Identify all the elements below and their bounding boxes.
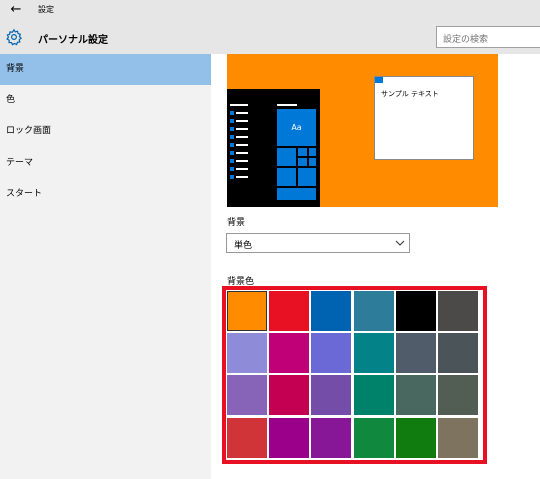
- preview-group-line: [277, 104, 297, 106]
- preview-list-line: [236, 120, 248, 122]
- page-title: パーソナル設定: [38, 35, 108, 46]
- preview-window: サンプル テキスト: [374, 76, 474, 160]
- preview-list-square: [230, 127, 234, 131]
- color-swatch[interactable]: [311, 417, 352, 458]
- preview-list-square: [230, 167, 234, 171]
- gear-icon: [6, 28, 23, 46]
- color-swatch[interactable]: [311, 333, 352, 374]
- preview-list-line: [236, 168, 248, 170]
- sidebar-item-color[interactable]: 色: [0, 85, 211, 116]
- sidebar: 背景 色 ロック画面 テーマ スタート: [0, 54, 211, 479]
- preview-list-line: [236, 144, 248, 146]
- preview-list-square: [230, 135, 234, 139]
- color-swatch[interactable]: [311, 291, 352, 331]
- color-swatch[interactable]: [438, 375, 478, 416]
- preview-list-line: [236, 176, 248, 178]
- preview-tile: [277, 148, 296, 166]
- color-swatch[interactable]: [227, 291, 267, 331]
- sidebar-item-theme[interactable]: テーマ: [0, 148, 211, 179]
- preview-tile: [298, 148, 307, 156]
- color-swatch[interactable]: [353, 291, 394, 331]
- sidebar-item-background[interactable]: 背景: [0, 54, 211, 85]
- preview-window-accent: [375, 77, 383, 83]
- color-swatch[interactable]: [438, 291, 478, 331]
- preview-tile: [298, 158, 307, 166]
- preview-tile: [277, 188, 316, 200]
- color-swatch[interactable]: [227, 417, 267, 458]
- color-swatch[interactable]: [269, 417, 310, 458]
- page-header: パーソナル設定: [0, 20, 540, 54]
- preview-list-square: [230, 159, 234, 163]
- preview-list-square: [230, 175, 234, 179]
- color-swatch[interactable]: [395, 291, 436, 331]
- back-button[interactable]: ←: [6, 2, 26, 18]
- preview-list-line: [236, 128, 248, 130]
- preview-list-square: [230, 143, 234, 147]
- color-swatch[interactable]: [269, 333, 310, 374]
- color-swatch[interactable]: [438, 417, 478, 458]
- color-swatch[interactable]: [395, 375, 436, 416]
- preview-sample-text: サンプル テキスト: [381, 90, 439, 98]
- preview-list-line: [236, 160, 248, 162]
- main-panel: Aa サンプル テキスト 背景 単色 背景色: [211, 54, 540, 479]
- background-type-select[interactable]: 単色: [226, 233, 410, 253]
- title-bar: ← 設定: [0, 0, 540, 20]
- search-input[interactable]: [437, 30, 540, 50]
- preview-list-square: [230, 119, 234, 123]
- background-type-value: 単色: [234, 241, 253, 251]
- preview-list-line: [236, 152, 248, 154]
- color-swatch[interactable]: [395, 417, 436, 458]
- color-swatch[interactable]: [395, 333, 436, 374]
- preview-list-square: [230, 111, 234, 115]
- background-preview: Aa サンプル テキスト: [227, 54, 498, 207]
- preview-list-line: [230, 104, 248, 106]
- window-title: 設定: [38, 5, 54, 14]
- color-swatch[interactable]: [269, 291, 310, 331]
- preview-list-line: [236, 136, 248, 138]
- color-swatch[interactable]: [353, 333, 394, 374]
- color-swatch[interactable]: [353, 375, 394, 416]
- sidebar-item-start[interactable]: スタート: [0, 179, 211, 210]
- preview-list-square: [230, 151, 234, 155]
- color-swatch[interactable]: [269, 375, 310, 416]
- preview-tile: [309, 158, 316, 166]
- preview-tile-large: Aa: [277, 109, 316, 146]
- search-box[interactable]: [436, 26, 540, 50]
- color-swatch[interactable]: [438, 333, 478, 374]
- color-swatch[interactable]: [227, 333, 267, 374]
- color-swatch[interactable]: [227, 375, 267, 416]
- chevron-down-icon: [395, 240, 405, 246]
- preview-tile: [277, 168, 296, 186]
- preview-tile: [309, 148, 316, 156]
- background-label: 背景: [227, 218, 246, 228]
- preview-tile: [298, 168, 316, 186]
- color-swatch[interactable]: [353, 417, 394, 458]
- sidebar-item-lock-screen[interactable]: ロック画面: [0, 116, 211, 147]
- preview-list-line: [236, 112, 248, 114]
- color-swatch[interactable]: [311, 375, 352, 416]
- arrow-left-icon: ←: [10, 2, 22, 17]
